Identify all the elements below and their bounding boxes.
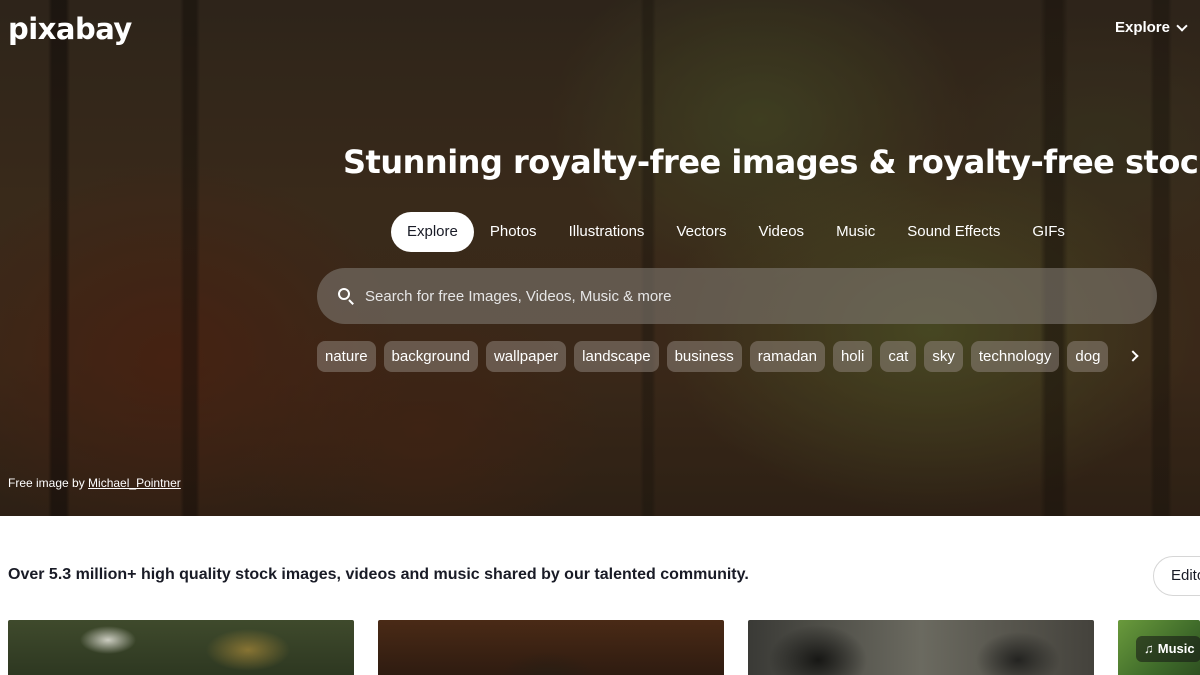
search-icon[interactable]: [337, 287, 355, 305]
header-explore-label: Explore: [1114, 19, 1170, 36]
hero-overlay: [0, 0, 1200, 516]
tab-vectors[interactable]: Vectors: [660, 212, 742, 252]
search-input[interactable]: [365, 287, 1157, 305]
image-credit-author-link[interactable]: Michael_Pointner: [88, 476, 181, 490]
gallery-image-tile[interactable]: [8, 620, 354, 675]
hero-banner: [0, 0, 1200, 516]
media-type-tabs: Explore Photos Illustrations Vectors Vid…: [391, 212, 1081, 252]
gallery-image-tile[interactable]: [748, 620, 1094, 675]
tag-chip-background[interactable]: background: [383, 341, 478, 372]
image-credit: Free image by Michael_Pointner: [8, 476, 181, 490]
tab-sound-effects[interactable]: Sound Effects: [891, 212, 1016, 252]
tag-chip-landscape[interactable]: landscape: [574, 341, 659, 372]
editors-choice-button[interactable]: Editor's Choice: [1153, 556, 1200, 596]
tab-photos[interactable]: Photos: [474, 212, 553, 252]
image-credit-prefix: Free image by: [8, 476, 85, 490]
tag-chip-wallpaper[interactable]: wallpaper: [485, 341, 567, 372]
tag-chip-cat[interactable]: cat: [880, 341, 917, 372]
header-explore-menu[interactable]: Explore: [1114, 19, 1188, 36]
tag-chip-ramadan[interactable]: ramadan: [749, 341, 825, 372]
community-tagline: Over 5.3 million+ high quality stock ima…: [8, 566, 749, 583]
music-note-icon: ♫: [1144, 641, 1154, 656]
tab-illustrations[interactable]: Illustrations: [553, 212, 661, 252]
music-badge: ♫ Music: [1136, 636, 1200, 662]
music-badge-label: Music: [1157, 641, 1195, 656]
tag-chip-technology[interactable]: technology: [970, 341, 1060, 372]
tag-chip-business[interactable]: business: [666, 341, 742, 372]
gallery-image-tile[interactable]: [378, 620, 724, 675]
tag-chip-dog[interactable]: dog: [1067, 341, 1109, 372]
tab-explore[interactable]: Explore: [391, 212, 474, 252]
chevron-right-icon[interactable]: [1124, 345, 1148, 369]
chevron-down-icon: [1176, 19, 1188, 32]
tab-gifs[interactable]: GIFs: [1016, 212, 1081, 252]
tab-music[interactable]: Music: [820, 212, 891, 252]
tab-videos[interactable]: Videos: [742, 212, 820, 252]
tag-chip-holi[interactable]: holi: [832, 341, 873, 372]
suggested-tags: nature background wallpaper landscape bu…: [317, 341, 1109, 372]
tag-chip-nature[interactable]: nature: [317, 341, 376, 372]
tag-chip-sky[interactable]: sky: [924, 341, 963, 372]
search-bar[interactable]: [317, 268, 1157, 324]
pixabay-logo[interactable]: pixabay: [8, 12, 132, 46]
hero-headline: Stunning royalty-free images & royalty-f…: [343, 143, 1200, 181]
